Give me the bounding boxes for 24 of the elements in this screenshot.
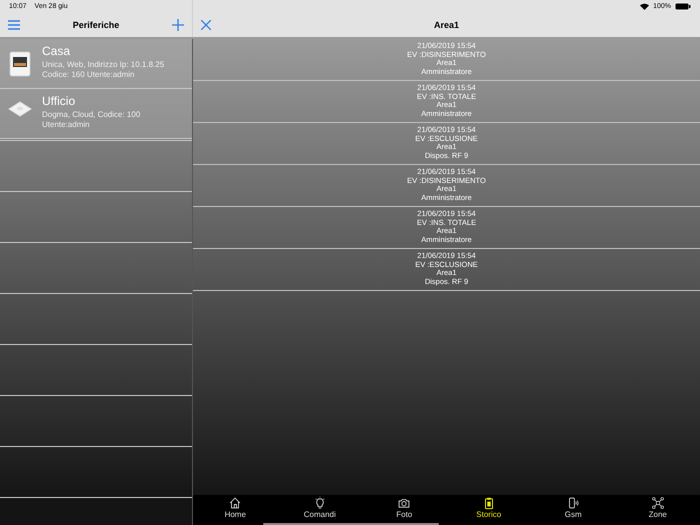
sidebar-title: Periferiche — [72, 20, 120, 30]
network-icon — [650, 496, 665, 510]
tab-button[interactable]: Zone — [616, 495, 700, 525]
phone-icon — [566, 496, 580, 510]
control-panel-icon — [9, 51, 31, 77]
tab-button[interactable]: Gsm — [531, 495, 616, 525]
camera-icon — [397, 496, 412, 510]
device-details: Dogma, Cloud, Codice: 100 Utente:admin — [42, 110, 140, 130]
wifi-icon — [640, 2, 650, 10]
detail-title: Area1 — [434, 20, 460, 30]
close-button[interactable] — [201, 20, 211, 30]
battery-icon — [675, 2, 691, 10]
tab-button[interactable]: Storico — [446, 495, 531, 525]
sensor-device-icon — [8, 101, 32, 117]
bulb-icon — [312, 496, 327, 510]
device-name: Ufficio — [42, 94, 76, 108]
tab-button[interactable]: Foto — [362, 495, 446, 525]
menu-button[interactable] — [8, 20, 20, 30]
tab-button[interactable]: Comandi — [278, 495, 362, 525]
device-name: Casa — [42, 44, 72, 58]
tab-button[interactable]: Home — [193, 495, 278, 525]
add-button[interactable] — [172, 18, 184, 30]
device-details: Unica, Web, Indirizzo Ip: 10.1.8.25 Codice: 160 Utente:admin — [42, 60, 164, 80]
home-icon — [228, 496, 242, 510]
